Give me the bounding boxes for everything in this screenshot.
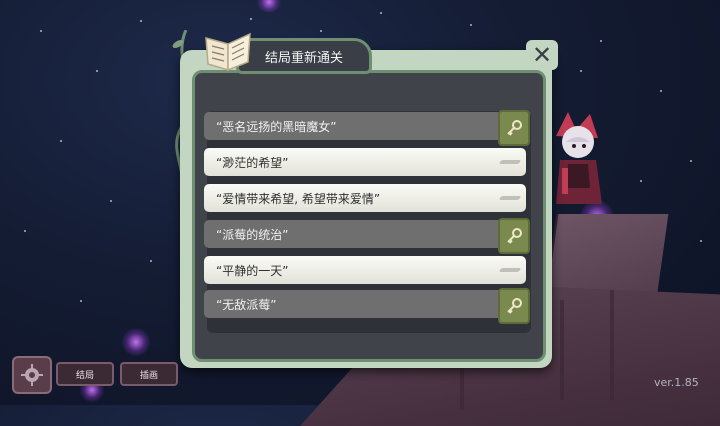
gear-icon xyxy=(21,364,43,386)
ending-row-1[interactable]: “恶名远扬的黑暗魔女” xyxy=(204,110,530,146)
ending-row-5[interactable]: “平静的一天” xyxy=(204,256,526,284)
ending-row-3[interactable]: “爱情带来希望, 希望带来爱情” xyxy=(204,184,526,212)
dialog-title-tab: 结局重新通关 xyxy=(236,38,372,74)
endings-button[interactable]: 结局 xyxy=(56,362,114,386)
key-icon xyxy=(498,288,530,324)
ending-row-2[interactable]: “渺茫的希望” xyxy=(204,148,526,176)
endings-button-label: 结局 xyxy=(75,370,94,381)
close-icon: ✕ xyxy=(531,41,553,69)
ending-label: “平静的一天” xyxy=(216,263,289,278)
row-shine xyxy=(498,268,522,272)
row-shine xyxy=(498,196,522,200)
tower-plank xyxy=(560,300,564,400)
ending-label: “爱情带来希望, 希望带来爱情” xyxy=(216,191,381,206)
row-shine xyxy=(498,160,522,164)
version-label: ver.1.85 xyxy=(654,376,699,389)
close-button[interactable]: ✕ xyxy=(526,40,558,70)
book-icon xyxy=(205,32,251,72)
dialog-title: 结局重新通关 xyxy=(264,50,343,66)
ending-label: “无敌派莓” xyxy=(216,297,277,312)
ending-label: “渺茫的希望” xyxy=(216,155,289,170)
ending-label: “派莓的统治” xyxy=(216,227,289,242)
ending-label: “恶名远扬的黑暗魔女” xyxy=(216,119,337,134)
settings-button[interactable] xyxy=(12,356,52,394)
key-icon xyxy=(498,110,530,146)
key-icon xyxy=(498,218,530,254)
illustrations-button-label: 插画 xyxy=(139,370,158,381)
ending-row-6[interactable]: “无敌派莓” xyxy=(204,288,530,324)
ending-row-4[interactable]: “派莓的统治” xyxy=(204,218,530,254)
witch-character xyxy=(556,112,602,204)
illustrations-button[interactable]: 插画 xyxy=(120,362,178,386)
tower-plank xyxy=(610,290,614,400)
